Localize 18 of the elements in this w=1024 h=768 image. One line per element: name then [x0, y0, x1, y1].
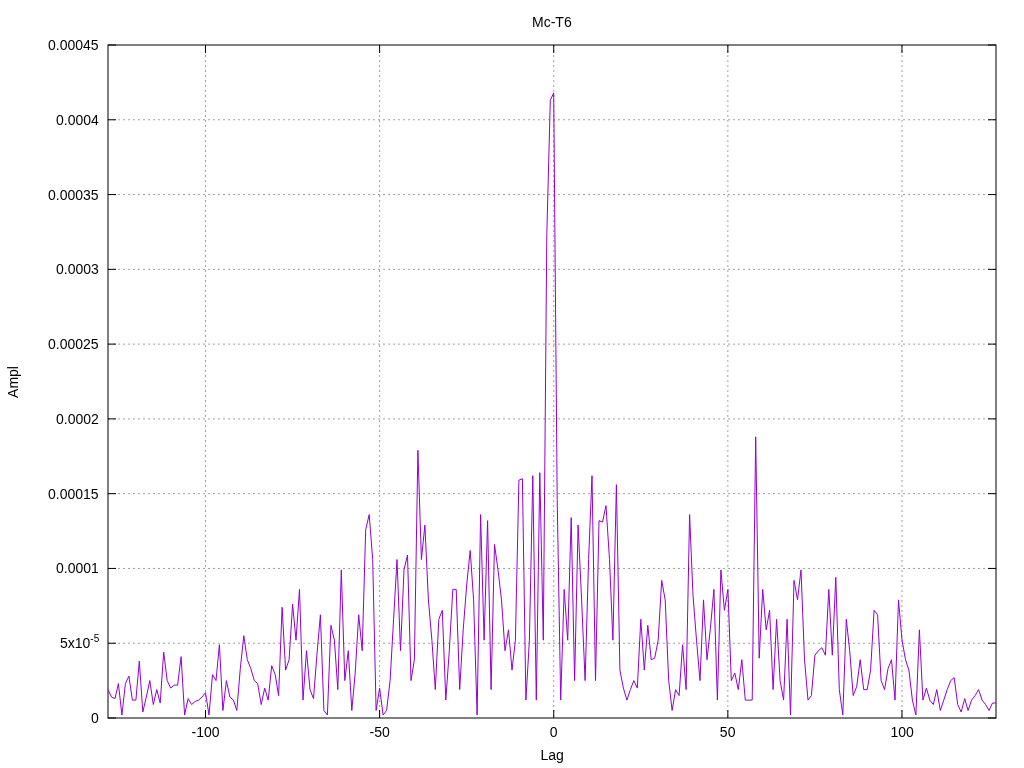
y-tick-label: 0.0002	[56, 410, 99, 427]
x-tick-label: -50	[369, 724, 390, 740]
x-tick-label: 100	[890, 724, 914, 740]
x-axis-label: Lag	[540, 747, 564, 763]
x-tick-label: -100	[191, 724, 220, 740]
x-tick-label: 50	[719, 724, 736, 740]
y-axis-label: Ampl	[4, 365, 21, 398]
y-tick-label: 0.00035	[48, 186, 99, 203]
y-tick-label: 0.0001	[56, 560, 99, 577]
y-tick-label: 0.0003	[56, 261, 99, 278]
y-tick-label: 0	[91, 710, 99, 726]
y-tick-label: 0.00025	[48, 336, 99, 353]
y-tick-label: 0.00045	[48, 37, 99, 53]
chart-title: Mc-T6	[532, 14, 572, 30]
x-tick-label: 0	[549, 724, 558, 740]
y-tick-label: 0.0004	[56, 111, 99, 128]
y-tick-label: 0.00015	[48, 485, 99, 502]
y-tick-label: 5x10$^{-5}$	[60, 635, 100, 652]
